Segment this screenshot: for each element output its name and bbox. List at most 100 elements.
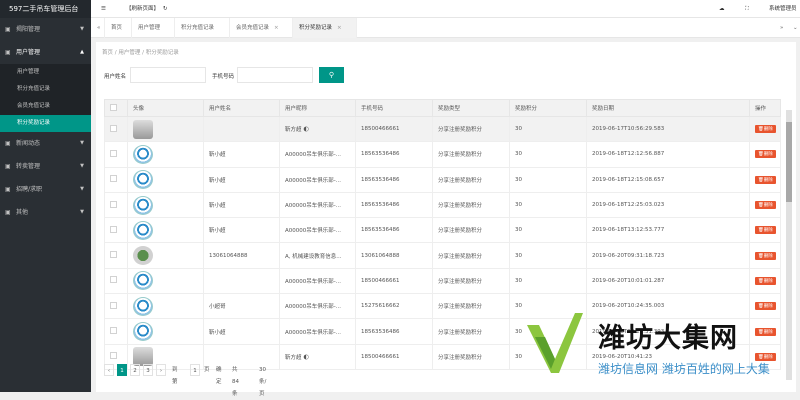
row-checkbox[interactable]: [104, 217, 128, 244]
avatar: [133, 296, 153, 316]
table-row[interactable]: 靳小超 A00000吊车俱乐部-... 18563536486 分享注册奖励积分 30 2…: [104, 217, 781, 244]
phone-input[interactable]: [237, 67, 313, 83]
action-cell: 🗑删除: [749, 141, 781, 168]
row-checkbox[interactable]: [104, 293, 128, 320]
delete-button[interactable]: 🗑删除: [755, 226, 776, 235]
sidebar-item-1[interactable]: ▣ 用户管理 ▲: [0, 41, 91, 64]
goto-confirm-button[interactable]: 确定: [216, 364, 222, 385]
column-header: 用户姓名: [203, 99, 280, 117]
menu-toggle-icon[interactable]: ☰: [101, 0, 106, 18]
name-label: 用户姓名: [104, 74, 127, 80]
sidebar-subitem-1[interactable]: 积分充值记录: [0, 81, 91, 98]
action-cell: 🗑删除: [749, 242, 781, 269]
phone-label: 手机号码: [212, 74, 235, 80]
close-icon[interactable]: ×: [274, 25, 279, 31]
delete-button[interactable]: 🗑删除: [755, 201, 776, 210]
phone-cell: 18563536486: [355, 191, 433, 219]
column-header: 用户昵称: [279, 99, 356, 117]
delete-button[interactable]: 🗑删除: [755, 327, 776, 336]
scrollbar-thumb[interactable]: [786, 122, 792, 202]
table-row[interactable]: 13061064888 A, 机械建设教育信息... 13061064888 分享注册…: [104, 242, 781, 269]
table-row[interactable]: 靳小超 A00000吊车俱乐部-... 18563536486 分享注册奖励积分 30 2…: [104, 141, 781, 168]
row-checkbox[interactable]: [104, 141, 128, 168]
delete-button[interactable]: 🗑删除: [755, 125, 776, 134]
phone-cell: 18563536486: [355, 318, 433, 345]
row-checkbox[interactable]: [104, 318, 128, 345]
close-icon[interactable]: ×: [337, 25, 342, 31]
pager-next-button[interactable]: ›: [156, 364, 166, 376]
phone-cell: 18563536486: [355, 166, 433, 193]
refresh-button[interactable]: 【刷新页面】: [126, 0, 159, 18]
theme-icon[interactable]: ☁: [719, 0, 725, 18]
sidebar-subitem-3[interactable]: 积分奖励记录: [0, 115, 91, 132]
tab-label: 积分充值记录: [181, 25, 215, 31]
sidebar-subitem-2[interactable]: 会员充值记录: [0, 98, 91, 115]
delete-label: 删除: [763, 152, 773, 158]
delete-button[interactable]: 🗑删除: [755, 302, 776, 311]
row-checkbox[interactable]: [104, 267, 128, 295]
refresh-icon[interactable]: ↻: [163, 0, 168, 18]
fullscreen-icon[interactable]: ⛶: [745, 0, 749, 18]
tab-0[interactable]: 首页: [105, 18, 132, 38]
avatar: [133, 119, 153, 139]
page-3-button[interactable]: 3: [143, 364, 153, 376]
monitor-icon: ▣: [5, 26, 11, 33]
tabs-left-icon[interactable]: «: [91, 18, 105, 38]
page-unit-label: 页: [204, 367, 210, 373]
phone-cell: 13061064888: [355, 242, 433, 269]
delete-button[interactable]: 🗑删除: [755, 251, 776, 260]
points-cell: 30: [509, 191, 587, 219]
table-row[interactable]: 靳小超 A00000吊车俱乐部-... 18563536486 分享注册奖励积分 30 2…: [104, 166, 781, 193]
action-cell: 🗑删除: [749, 191, 781, 219]
sidebar-subitem-0[interactable]: 用户管理: [0, 64, 91, 81]
type-cell: 分享注册奖励积分: [432, 141, 510, 168]
page-size-select[interactable]: 30 条/页: [259, 364, 266, 397]
pager-prev-button[interactable]: ‹: [104, 364, 114, 376]
sidebar-item-5[interactable]: ▣ 其他 ▼: [0, 201, 91, 224]
other-icon: ▣: [5, 209, 11, 216]
name-input[interactable]: [130, 67, 206, 83]
row-checkbox[interactable]: [104, 115, 128, 143]
sidebar-item-2[interactable]: ▣ 新闻动态 ▼: [0, 132, 91, 155]
table-row[interactable]: 靳方超 🌓 18500466661 分享注册奖励积分 30 2019-06-17T10:…: [104, 115, 781, 143]
table-row[interactable]: 靳小超 A00000吊车俱乐部-... 18563536486 分享注册奖励积分 30 2…: [104, 191, 781, 219]
row-checkbox[interactable]: [104, 166, 128, 193]
row-checkbox[interactable]: [104, 191, 128, 219]
tabs-menu-icon[interactable]: ⌄: [787, 18, 800, 38]
sidebar-item-3[interactable]: ▣ 转卖管理 ▼: [0, 155, 91, 178]
delete-label: 删除: [763, 177, 773, 183]
date-cell: 2019-06-17T10:56:29.583: [586, 115, 750, 143]
points-cell: 30: [509, 166, 587, 193]
column-header: 奖励积分: [509, 99, 587, 117]
tab-3[interactable]: 会员充值记录 ×: [230, 18, 293, 38]
select-all-checkbox[interactable]: [104, 99, 128, 117]
name-cell: 靳小超: [203, 141, 280, 168]
column-header: 头像: [127, 99, 204, 117]
tab-4[interactable]: 积分奖励记录 ×: [293, 18, 357, 38]
type-cell: 分享注册奖励积分: [432, 166, 510, 193]
sidebar-item-label: 新闻动态: [16, 140, 41, 147]
tab-1[interactable]: 用户管理×: [132, 18, 175, 51]
delete-button[interactable]: 🗑删除: [755, 175, 776, 184]
sidebar-item-0[interactable]: ▣ 揭阳管理 ▼: [0, 18, 91, 41]
row-checkbox[interactable]: [104, 242, 128, 269]
page-1-button[interactable]: 1: [117, 364, 127, 376]
user-menu[interactable]: 系统管理员: [769, 0, 797, 18]
page-2-button[interactable]: 2: [130, 364, 140, 376]
points-cell: 30: [509, 141, 587, 168]
tab-2[interactable]: 积分充值记录×: [175, 18, 230, 51]
scrollbar[interactable]: [786, 110, 792, 380]
table-row[interactable]: A00000吊车俱乐部-... 18500466661 分享注册奖励积分 30 2019…: [104, 267, 781, 295]
search-button[interactable]: ⚲: [319, 67, 344, 83]
date-cell: 2019-06-18T12:15:08.657: [586, 166, 750, 193]
phone-cell: 18563536486: [355, 217, 433, 244]
name-cell: 小超哥: [203, 293, 280, 320]
sidebar-item-4[interactable]: ▣ 招聘/求职 ▼: [0, 178, 91, 201]
page-number-input[interactable]: 1: [190, 364, 200, 376]
delete-button[interactable]: 🗑删除: [755, 276, 776, 285]
delete-button[interactable]: 🗑删除: [755, 150, 776, 159]
name-cell: 靳小超: [203, 318, 280, 345]
action-cell: 🗑删除: [749, 293, 781, 320]
avatar-cell: [127, 191, 204, 219]
top-bar: ☰ 【刷新页面】 ↻ ☁ ⛶ 系统管理员: [91, 0, 800, 18]
